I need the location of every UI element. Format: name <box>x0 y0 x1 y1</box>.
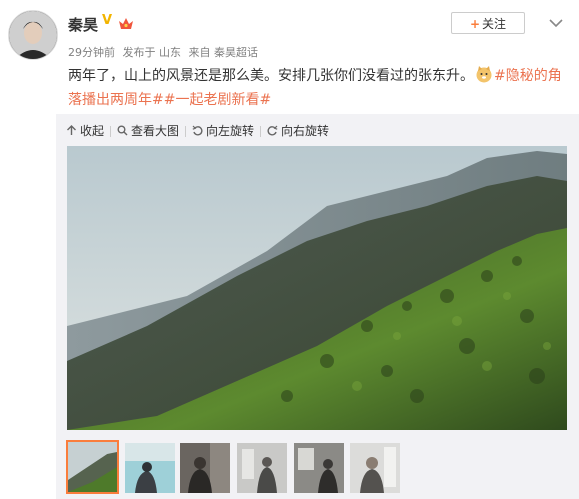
weibo-post-card: 秦昊 V 29分钟前 发布于 山东 来自 秦昊超话 + 关注 两年了，山上的风景还… <box>0 0 579 499</box>
thumbnail-mountain[interactable] <box>66 440 119 494</box>
thumbnail-man-bright[interactable] <box>350 443 400 493</box>
plus-icon: + <box>469 17 481 31</box>
collapse-label: 收起 <box>80 124 105 138</box>
crown-icon[interactable] <box>118 15 134 29</box>
image-toolbar: 收起 查看大图 向左旋转 向右旋转 <box>66 122 335 138</box>
search-icon <box>117 125 128 136</box>
doge-emoji-icon <box>475 65 493 83</box>
rotate-right-button[interactable]: 向右旋转 <box>267 122 329 139</box>
divider <box>110 126 112 137</box>
post-location: 发布于 山东 <box>122 46 182 59</box>
collapse-button[interactable]: 收起 <box>66 122 104 139</box>
post-body-text: 两年了，山上的风景还是那么美。安排几张你们没看过的张东升。 <box>68 68 474 84</box>
rotate-left-label: 向左旋转 <box>206 124 255 138</box>
thumbnail-room-window[interactable] <box>294 443 344 493</box>
post-meta: 29分钟前 发布于 山东 来自 秦昊超话 <box>68 44 262 60</box>
post-text: 两年了，山上的风景还是那么美。安排几张你们没看过的张东升。 #隐秘的角落播出两周年… <box>68 64 573 112</box>
collapse-icon <box>67 125 76 135</box>
thumbnail-pool[interactable] <box>125 443 175 493</box>
username[interactable]: 秦昊 <box>68 14 98 35</box>
rotate-right-label: 向右旋转 <box>281 124 330 138</box>
rotate-right-icon <box>267 125 278 136</box>
divider <box>185 126 187 137</box>
post-time[interactable]: 29分钟前 <box>68 46 115 59</box>
rotate-left-icon <box>192 125 203 136</box>
avatar[interactable] <box>8 10 58 60</box>
view-large-label: 查看大图 <box>131 124 180 138</box>
follow-label: 关注 <box>482 17 507 31</box>
thumbnail-man-dark[interactable] <box>180 443 230 493</box>
chevron-down-icon[interactable] <box>549 13 563 28</box>
verified-v-icon: V <box>102 13 113 28</box>
topic-link[interactable]: #一起老剧新看# <box>164 92 271 108</box>
rotate-left-button[interactable]: 向左旋转 <box>192 122 254 139</box>
divider <box>260 126 262 137</box>
follow-button[interactable]: + 关注 <box>451 12 525 34</box>
post-source[interactable]: 来自 秦昊超话 <box>189 46 259 59</box>
main-image-mountain[interactable] <box>67 146 567 430</box>
thumbnail-room-light[interactable] <box>237 443 287 493</box>
view-large-button[interactable]: 查看大图 <box>117 122 179 139</box>
